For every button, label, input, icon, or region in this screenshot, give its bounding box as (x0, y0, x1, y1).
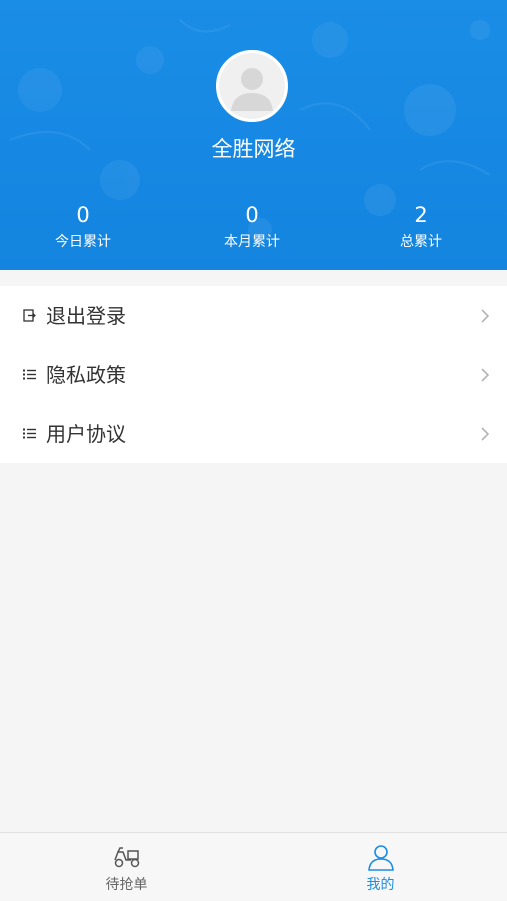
stat-month: 0 本月累计 (192, 200, 312, 252)
settings-menu: 退出登录 隐私政策 用户协议 (0, 286, 507, 463)
stat-total: 2 总累计 (361, 200, 481, 252)
avatar[interactable] (216, 50, 288, 122)
menu-item-privacy[interactable]: 隐私政策 (0, 345, 507, 404)
list-icon (22, 368, 36, 382)
stat-month-label: 本月累计 (224, 234, 280, 250)
profile-header: 全胜网络 0 今日累计 0 本月累计 2 总累计 (0, 0, 507, 270)
stat-month-value: 0 (245, 203, 259, 227)
stat-today-value: 0 (76, 203, 90, 227)
list-icon (22, 427, 36, 441)
menu-item-agreement-label: 用户协议 (46, 421, 126, 446)
username: 全胜网络 (211, 137, 296, 161)
stat-today: 0 今日累计 (23, 200, 143, 252)
stat-total-value: 2 (414, 203, 428, 227)
tab-me-label: 我的 (366, 877, 395, 893)
chevron-right-icon (481, 308, 490, 323)
menu-item-logout[interactable]: 退出登录 (0, 286, 507, 345)
menu-item-agreement[interactable]: 用户协议 (0, 404, 507, 463)
delivery-scooter-icon (113, 847, 139, 868)
chevron-right-icon (481, 426, 490, 441)
menu-item-privacy-label: 隐私政策 (46, 362, 126, 387)
chevron-right-icon (481, 367, 490, 382)
stat-total-label: 总累计 (400, 234, 442, 250)
user-icon (367, 845, 394, 871)
menu-item-logout-label: 退出登录 (46, 303, 126, 328)
default-avatar-icon (219, 53, 285, 119)
stat-today-label: 今日累计 (55, 234, 111, 250)
bottom-tab-bar: 待抢单 我的 (0, 832, 507, 900)
logout-icon (22, 309, 36, 323)
tab-pending-orders-label: 待抢单 (105, 877, 148, 893)
tab-pending-orders[interactable]: 待抢单 (0, 833, 253, 901)
tab-me[interactable]: 我的 (254, 833, 507, 901)
